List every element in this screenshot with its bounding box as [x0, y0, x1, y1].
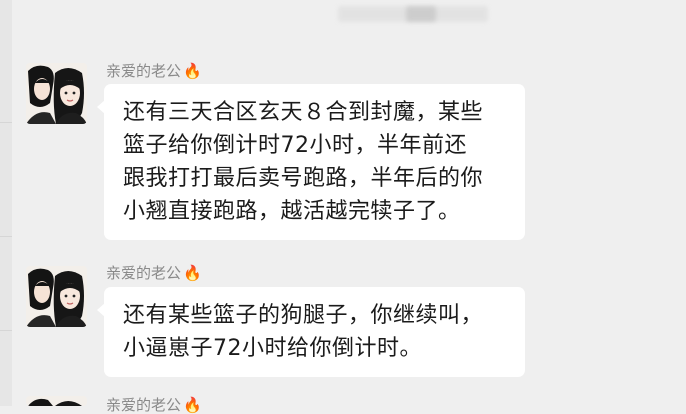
sender-name: 亲爱的老公 🔥 [106, 396, 202, 414]
sender-name-text: 亲爱的老公 [106, 396, 182, 414]
fire-icon: 🔥 [183, 62, 202, 80]
fire-icon: 🔥 [183, 396, 202, 414]
fire-icon: 🔥 [183, 264, 202, 282]
divider [0, 236, 12, 237]
message-bubble[interactable]: 还有三天合区玄天８合到封魔，某些 篮子给你倒计时72小时，半年前还 跟我打打最后… [97, 84, 525, 240]
sender-name: 亲爱的老公 🔥 [106, 62, 202, 80]
left-panel-edge [0, 0, 12, 406]
avatar[interactable] [26, 266, 87, 327]
divider [0, 122, 12, 123]
sender-name-text: 亲爱的老公 [106, 62, 182, 80]
message-bubble[interactable]: 还有某些篮子的狗腿子，你继续叫， 小逼崽子72小时给你倒计时。 [97, 287, 525, 377]
avatar[interactable] [26, 63, 87, 124]
avatar[interactable] [26, 396, 87, 406]
divider [0, 330, 12, 331]
redacted-header [406, 6, 436, 22]
sender-name: 亲爱的老公 🔥 [106, 264, 202, 282]
sender-name-text: 亲爱的老公 [106, 264, 182, 282]
